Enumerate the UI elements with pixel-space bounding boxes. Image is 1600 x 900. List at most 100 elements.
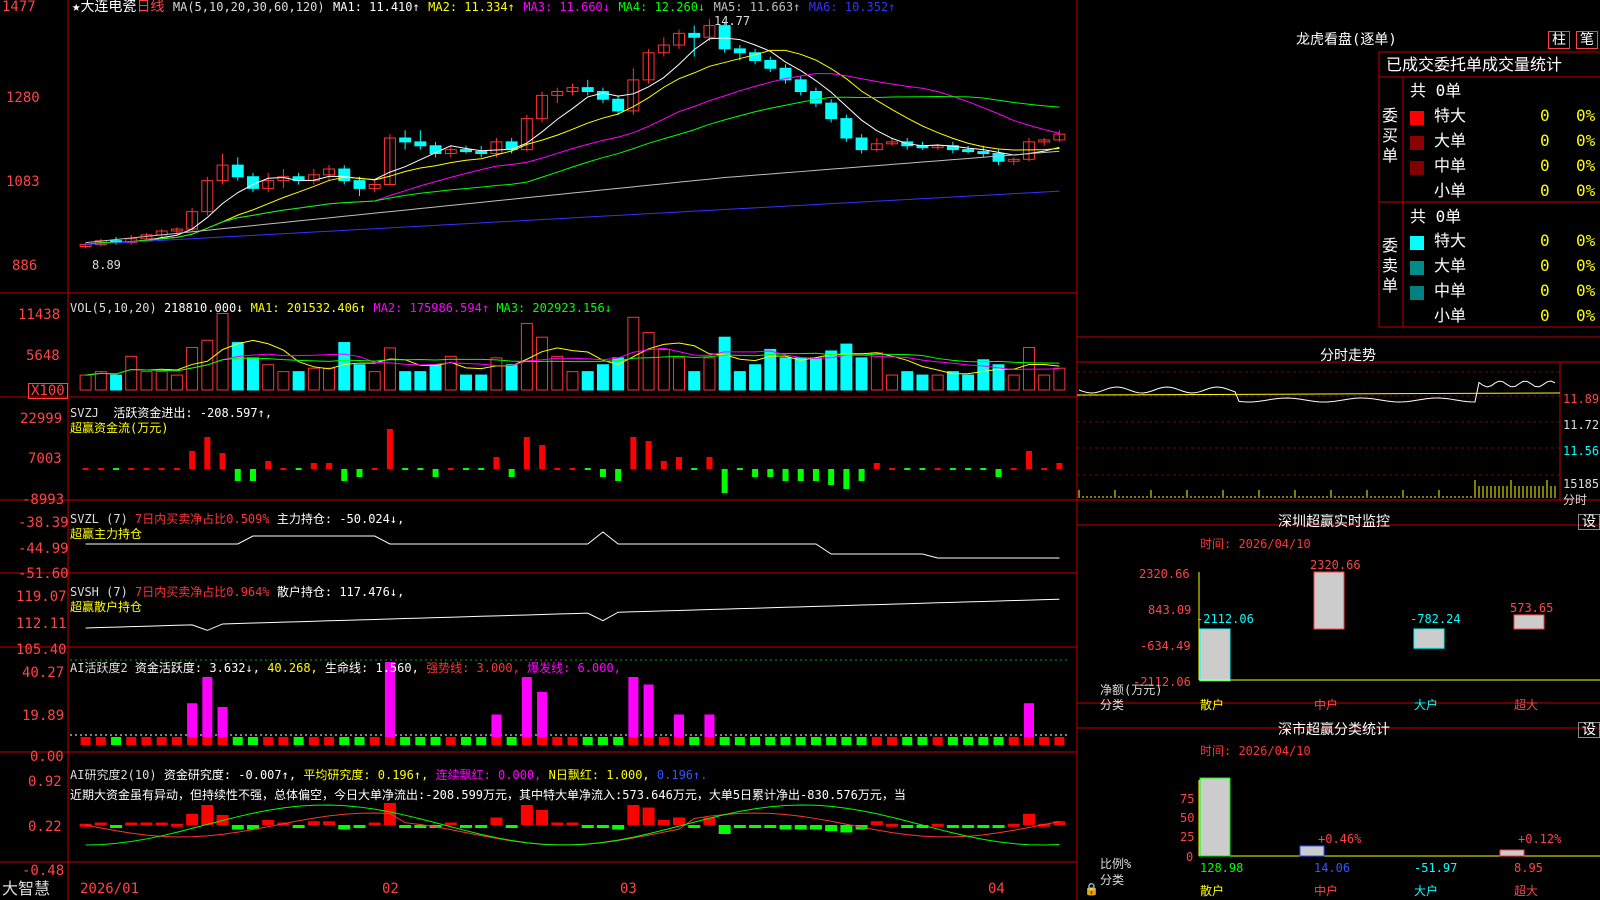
activity-bar: [902, 737, 913, 745]
activity-bar: [871, 737, 882, 745]
volume-bar: [855, 357, 868, 391]
activity-bar: [278, 737, 289, 745]
research-bar: [323, 821, 336, 825]
research-bar: [977, 825, 990, 828]
activity-bar: [613, 737, 624, 745]
activity-bar: [917, 737, 928, 745]
volume-bar: [140, 371, 153, 391]
research-bar: [125, 822, 138, 826]
research-bar: [353, 825, 366, 828]
research-bar: [749, 825, 762, 828]
vol-axis-2: 5648: [26, 348, 60, 364]
order-percent: 0%: [1576, 106, 1596, 125]
order-percent: 0%: [1576, 156, 1596, 175]
order-volume: 0: [1540, 156, 1550, 175]
volume-bar: [292, 371, 305, 391]
classify-bottom-value: 14.06: [1314, 861, 1351, 875]
volume-bar: [749, 364, 762, 391]
research-bar: [566, 822, 579, 826]
tick-mode-button[interactable]: 笔: [1576, 31, 1598, 49]
lock-icon[interactable]: 🔒: [1084, 882, 1099, 896]
volume-bar: [703, 357, 716, 391]
bar-mode-button[interactable]: 柱: [1548, 31, 1570, 49]
volume-bar: [642, 332, 655, 391]
research-bar: [444, 822, 457, 826]
flow-bar: [858, 469, 865, 481]
order-percent: 0%: [1576, 131, 1596, 150]
svsh-subtitle: 超赢散户持仓: [70, 600, 143, 614]
flow-bar: [295, 468, 302, 470]
order-type-label: 特大: [1434, 231, 1467, 250]
research-bar: [307, 821, 320, 825]
classify-bar: [1199, 777, 1231, 857]
classify-axis-1: 75: [1180, 792, 1195, 806]
activity-bar: [1023, 737, 1034, 745]
activity-bar: [1008, 737, 1019, 745]
price-axis-3: 1083: [6, 174, 40, 190]
research-bar: [536, 810, 549, 825]
svzj-value: -208.597↑,: [199, 406, 273, 420]
activity-bar: [369, 737, 380, 745]
candle: [840, 118, 853, 139]
research-bar: [612, 825, 625, 830]
ai-act-burst: 爆发线: 6.000,: [527, 661, 621, 675]
candle: [460, 149, 472, 153]
stock-name: 大连电瓷: [80, 0, 137, 15]
volume-bar: [931, 374, 944, 391]
order-color-swatch: [1410, 286, 1424, 300]
research-bar: [94, 822, 107, 826]
monitor-cat-label: 超大: [1514, 698, 1539, 712]
activity-bar: [506, 737, 517, 745]
candle: [414, 141, 427, 147]
order-type-label: 小单: [1434, 181, 1467, 200]
activity-bar: [415, 737, 426, 745]
retail-holding-line: [85, 598, 1060, 631]
classify-cat-label: 散户: [1200, 884, 1225, 898]
activity-bar: [734, 737, 745, 745]
vol-unit-button[interactable]: X100: [28, 383, 68, 399]
monitor-time: 时间: 2026/04/10: [1200, 537, 1311, 551]
order-volume: 0: [1540, 181, 1550, 200]
research-bar: [764, 825, 777, 828]
intraday-price-line: [1078, 380, 1556, 403]
research-bar: [825, 825, 838, 831]
volume-bar: [946, 371, 959, 391]
activity-bar: [628, 737, 639, 745]
classify-settings-button[interactable]: 设: [1578, 722, 1600, 738]
classify-time: 时间: 2026/04/10: [1200, 744, 1311, 758]
monitor-settings-button[interactable]: 设: [1578, 514, 1600, 530]
intraday-axis-4: 15185: [1563, 477, 1600, 491]
vol-title: VOL(5,10,20): [70, 301, 157, 315]
classify-bar: [1499, 849, 1525, 857]
monitor-bar: [1199, 628, 1231, 682]
flow-bar: [1056, 463, 1063, 469]
activity-bar: [932, 737, 943, 745]
activity-bar: [643, 737, 654, 745]
research-bar: [1007, 823, 1020, 827]
activity-bar: [171, 737, 182, 745]
flow-bar: [143, 468, 150, 470]
flow-bar: [812, 469, 819, 481]
activity-bar: [856, 737, 867, 745]
activity-bar: [689, 737, 700, 745]
volume-bar: [277, 371, 290, 391]
svzj-axis-1: 22999: [20, 411, 63, 427]
activity-bar: [80, 737, 91, 745]
ma2-value: MA2: 11.334↑: [428, 0, 515, 14]
intraday-avg-line: [1076, 392, 1561, 396]
candle: [764, 60, 777, 69]
ai-res-title: AI研究度2(10): [70, 768, 157, 782]
classify-bottom-value: 8.95: [1514, 861, 1543, 875]
research-bar: [962, 825, 975, 828]
dragon-title: 龙虎看盘(逐单): [1296, 32, 1397, 48]
period-label[interactable]: 日线: [136, 0, 164, 15]
activity-bar: [993, 737, 1004, 745]
flow-bar: [949, 468, 956, 470]
svzl-axis-1: -38.39: [18, 515, 69, 531]
vol-header: VOL(5,10,20) 218810.000↓ MA1: 201532.406…: [70, 301, 612, 315]
flow-bar: [249, 469, 256, 481]
order-color-swatch: [1410, 161, 1424, 175]
classify-pct-label: +0.12%: [1518, 832, 1562, 846]
ai-research-note: 近期大资金虽有异动，但持续性不强，总体偏空，今日大单净流出:-208.599万元…: [70, 788, 906, 802]
classify-cat-label: 大户: [1414, 884, 1439, 898]
